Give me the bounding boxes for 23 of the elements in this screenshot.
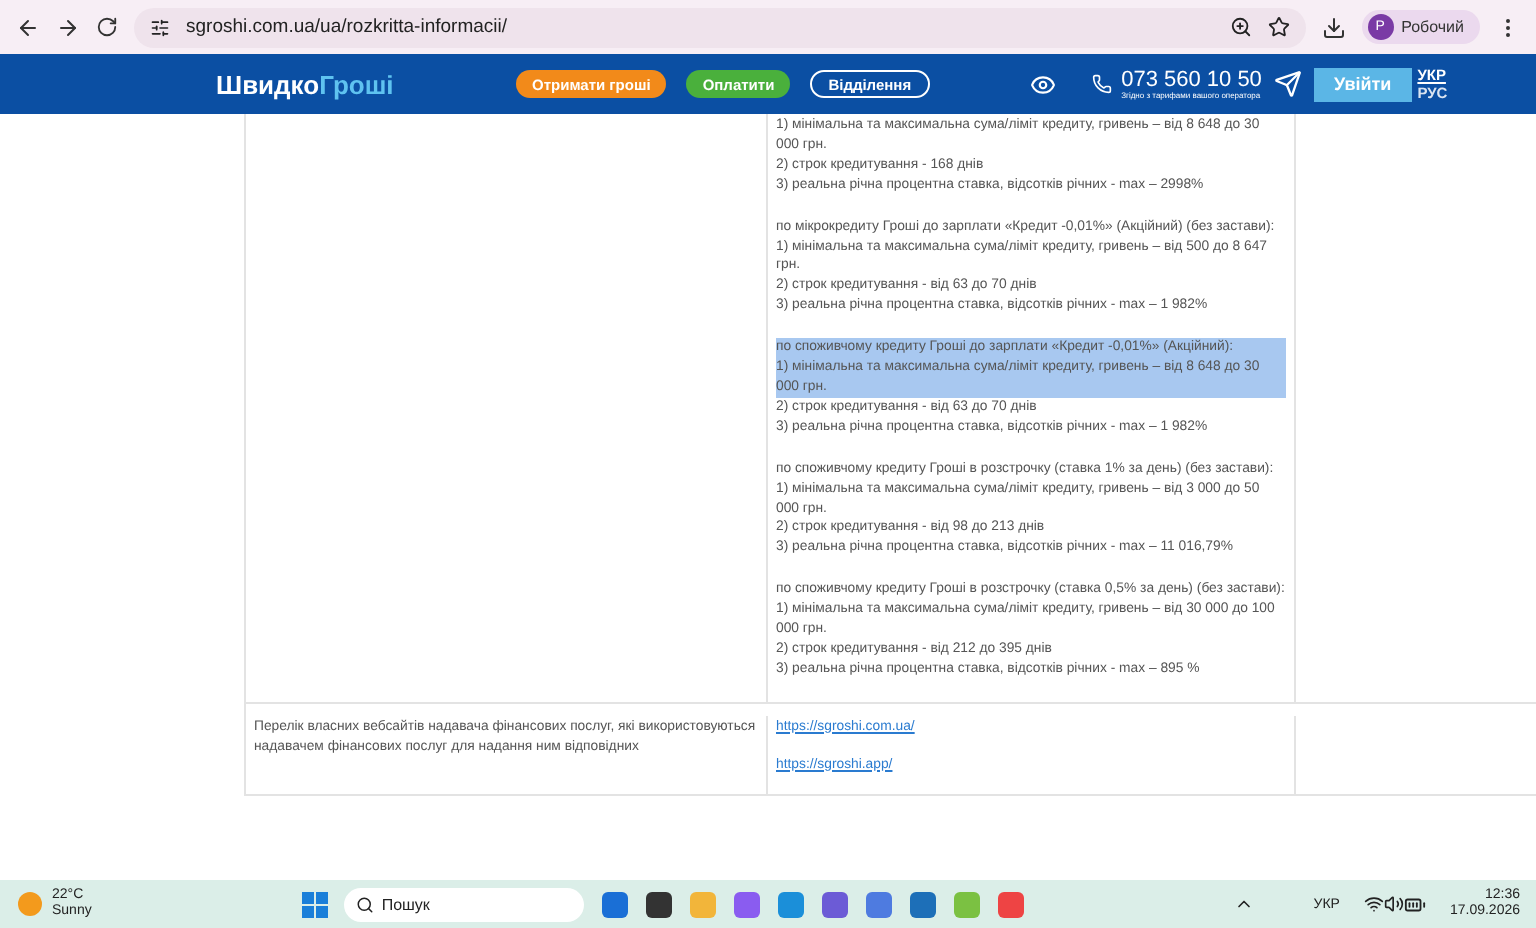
start-icon[interactable] [301,891,328,917]
sun-icon [16,890,44,918]
app-icon[interactable] [645,891,672,917]
battery-icon [1403,893,1426,915]
download-icon[interactable] [1321,15,1346,39]
telegram-icon[interactable] [1273,70,1302,98]
address-bar[interactable]: sgroshi.com.ua/ua/rozkritta-informacii/ [134,7,1306,47]
phone-number[interactable]: 073 560 10 50 [1121,69,1262,91]
zoom-icon[interactable] [1229,16,1252,38]
reload-icon[interactable] [96,16,118,38]
star-icon[interactable] [1267,16,1290,38]
profile-name: Робочий [1401,18,1464,36]
volume-icon [1383,894,1404,914]
logo[interactable]: ШвидкоГроші [216,69,516,99]
url-text: sgroshi.com.ua/ua/rozkritta-informacii/ [186,16,507,38]
search-icon [355,895,374,913]
site-settings-icon[interactable] [150,17,170,37]
wifi-icon [1363,894,1384,914]
forward-icon[interactable] [56,15,80,39]
taskbar-search[interactable]: Пошук [343,887,584,921]
eye-icon[interactable] [1029,71,1056,97]
phone-icon [1091,74,1112,94]
back-icon[interactable] [16,15,40,39]
